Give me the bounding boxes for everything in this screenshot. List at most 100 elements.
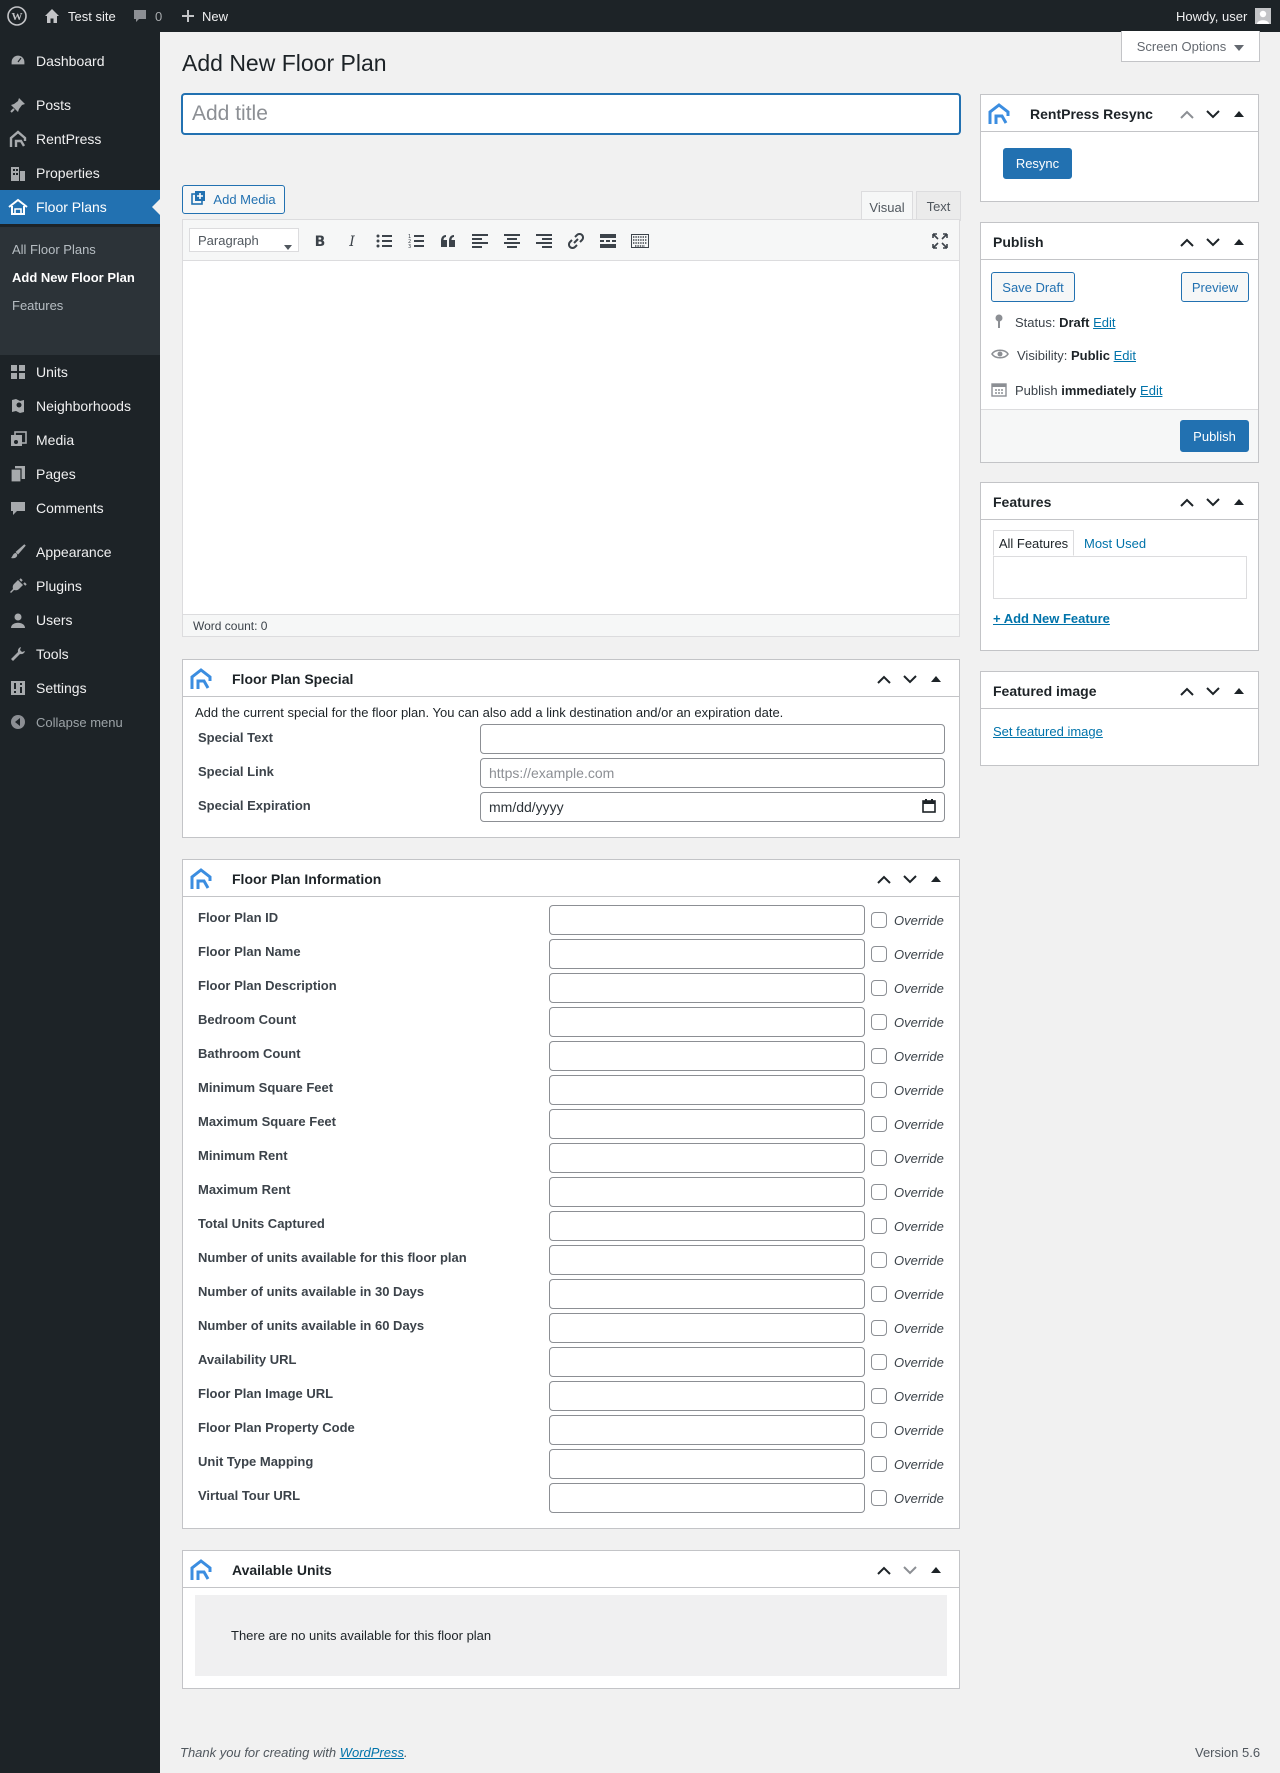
numbered-list-icon[interactable]: 123 [407,232,425,250]
info-field-input[interactable] [549,1313,865,1343]
override-checkbox[interactable] [871,1082,887,1098]
move-down-icon[interactable] [897,870,923,888]
info-field-input[interactable] [549,1279,865,1309]
info-field-input[interactable] [549,1041,865,1071]
move-up-icon[interactable] [1174,233,1200,251]
screen-options-button[interactable]: Screen Options [1121,31,1260,62]
content-editor[interactable]: Paragraph B I 123 Word count: 0 [182,219,960,637]
edit-schedule-link[interactable]: Edit [1140,383,1162,398]
info-field-input[interactable] [549,1347,865,1377]
add-media-button[interactable]: Add Media [182,185,285,214]
submenu-features[interactable]: Features [12,298,63,313]
override-checkbox[interactable] [871,1048,887,1064]
info-field-input[interactable] [549,1075,865,1105]
move-down-icon[interactable] [1200,105,1226,123]
info-field-input[interactable] [549,1381,865,1411]
override-checkbox[interactable] [871,1116,887,1132]
fullscreen-icon[interactable] [931,232,949,250]
menu-item-neighborhoods[interactable]: Neighborhoods [0,389,160,423]
save-draft-button[interactable]: Save Draft [991,272,1075,302]
override-checkbox[interactable] [871,1014,887,1030]
collapse-menu-button[interactable]: Collapse menu [0,705,160,739]
comments-link[interactable]: 0 [133,0,162,32]
override-checkbox[interactable] [871,1286,887,1302]
align-center-icon[interactable] [503,232,521,250]
publish-button[interactable]: Publish [1180,420,1249,452]
info-field-input[interactable] [549,1245,865,1275]
menu-item-users[interactable]: Users [0,603,160,637]
special-text-input[interactable] [480,724,945,754]
override-checkbox[interactable] [871,1456,887,1472]
wordpress-logo-icon[interactable]: W [7,0,27,32]
move-up-icon[interactable] [871,670,897,688]
toolbar-toggle-icon[interactable] [631,232,649,250]
override-checkbox[interactable] [871,1422,887,1438]
menu-item-comments[interactable]: Comments [0,491,160,525]
move-down-icon[interactable] [1200,493,1226,511]
info-field-input[interactable] [549,1449,865,1479]
override-checkbox[interactable] [871,1490,887,1506]
menu-item-pages[interactable]: Pages [0,457,160,491]
collapse-toggle-icon[interactable] [923,1561,949,1579]
override-checkbox[interactable] [871,946,887,962]
info-field-input[interactable] [549,1007,865,1037]
read-more-icon[interactable] [599,232,617,250]
special-expiration-date-input[interactable]: mm/dd/yyyy [480,792,945,822]
move-up-icon[interactable] [871,1561,897,1579]
collapse-toggle-icon[interactable] [1226,682,1252,700]
set-featured-image-link[interactable]: Set featured image [993,724,1103,739]
info-field-input[interactable] [549,1211,865,1241]
tab-visual[interactable]: Visual [861,191,913,222]
info-field-input[interactable] [549,1415,865,1445]
menu-item-floor-plans[interactable]: Floor Plans [0,190,160,224]
move-up-icon[interactable] [1174,493,1200,511]
info-field-input[interactable] [549,1143,865,1173]
post-title-input[interactable] [182,94,960,134]
move-up-icon[interactable] [871,870,897,888]
menu-item-appearance[interactable]: Appearance [0,535,160,569]
override-checkbox[interactable] [871,1252,887,1268]
wordpress-link[interactable]: WordPress [340,1745,404,1760]
resync-button[interactable]: Resync [1003,148,1072,179]
menu-item-media[interactable]: Media [0,423,160,457]
bulleted-list-icon[interactable] [375,232,393,250]
move-down-icon[interactable] [897,670,923,688]
add-new-feature-link[interactable]: + Add New Feature [993,611,1110,626]
edit-visibility-link[interactable]: Edit [1114,348,1136,363]
edit-status-link[interactable]: Edit [1093,315,1115,330]
info-field-input[interactable] [549,1177,865,1207]
info-field-input[interactable] [549,973,865,1003]
move-down-icon[interactable] [1200,682,1226,700]
override-checkbox[interactable] [871,1388,887,1404]
preview-button[interactable]: Preview [1181,272,1249,302]
align-right-icon[interactable] [535,232,553,250]
menu-item-dashboard[interactable]: Dashboard [0,44,160,78]
menu-item-plugins[interactable]: Plugins [0,569,160,603]
submenu-add-new-floor-plan[interactable]: Add New Floor Plan [12,270,135,285]
info-field-input[interactable] [549,1483,865,1513]
collapse-toggle-icon[interactable] [1226,493,1252,511]
override-checkbox[interactable] [871,980,887,996]
move-up-icon[interactable] [1174,105,1200,123]
tab-most-used[interactable]: Most Used [1084,536,1146,551]
override-checkbox[interactable] [871,1320,887,1336]
menu-item-properties[interactable]: Properties [0,156,160,190]
info-field-input[interactable] [549,1109,865,1139]
site-home-link[interactable]: Test site [44,0,116,32]
override-checkbox[interactable] [871,912,887,928]
submenu-all-floor-plans[interactable]: All Floor Plans [12,242,96,257]
italic-icon[interactable]: I [343,232,361,250]
special-link-input[interactable] [480,758,945,788]
account-menu[interactable]: Howdy, user [1176,0,1272,32]
tab-all-features[interactable]: All Features [993,530,1074,556]
align-left-icon[interactable] [471,232,489,250]
new-content-link[interactable]: New [182,0,228,32]
move-down-icon[interactable] [897,1561,923,1579]
collapse-toggle-icon[interactable] [923,670,949,688]
calendar-icon[interactable] [922,798,936,816]
link-icon[interactable] [567,232,585,250]
override-checkbox[interactable] [871,1354,887,1370]
move-up-icon[interactable] [1174,682,1200,700]
menu-item-rentpress[interactable]: RentPress [0,122,160,156]
menu-item-posts[interactable]: Posts [0,88,160,122]
